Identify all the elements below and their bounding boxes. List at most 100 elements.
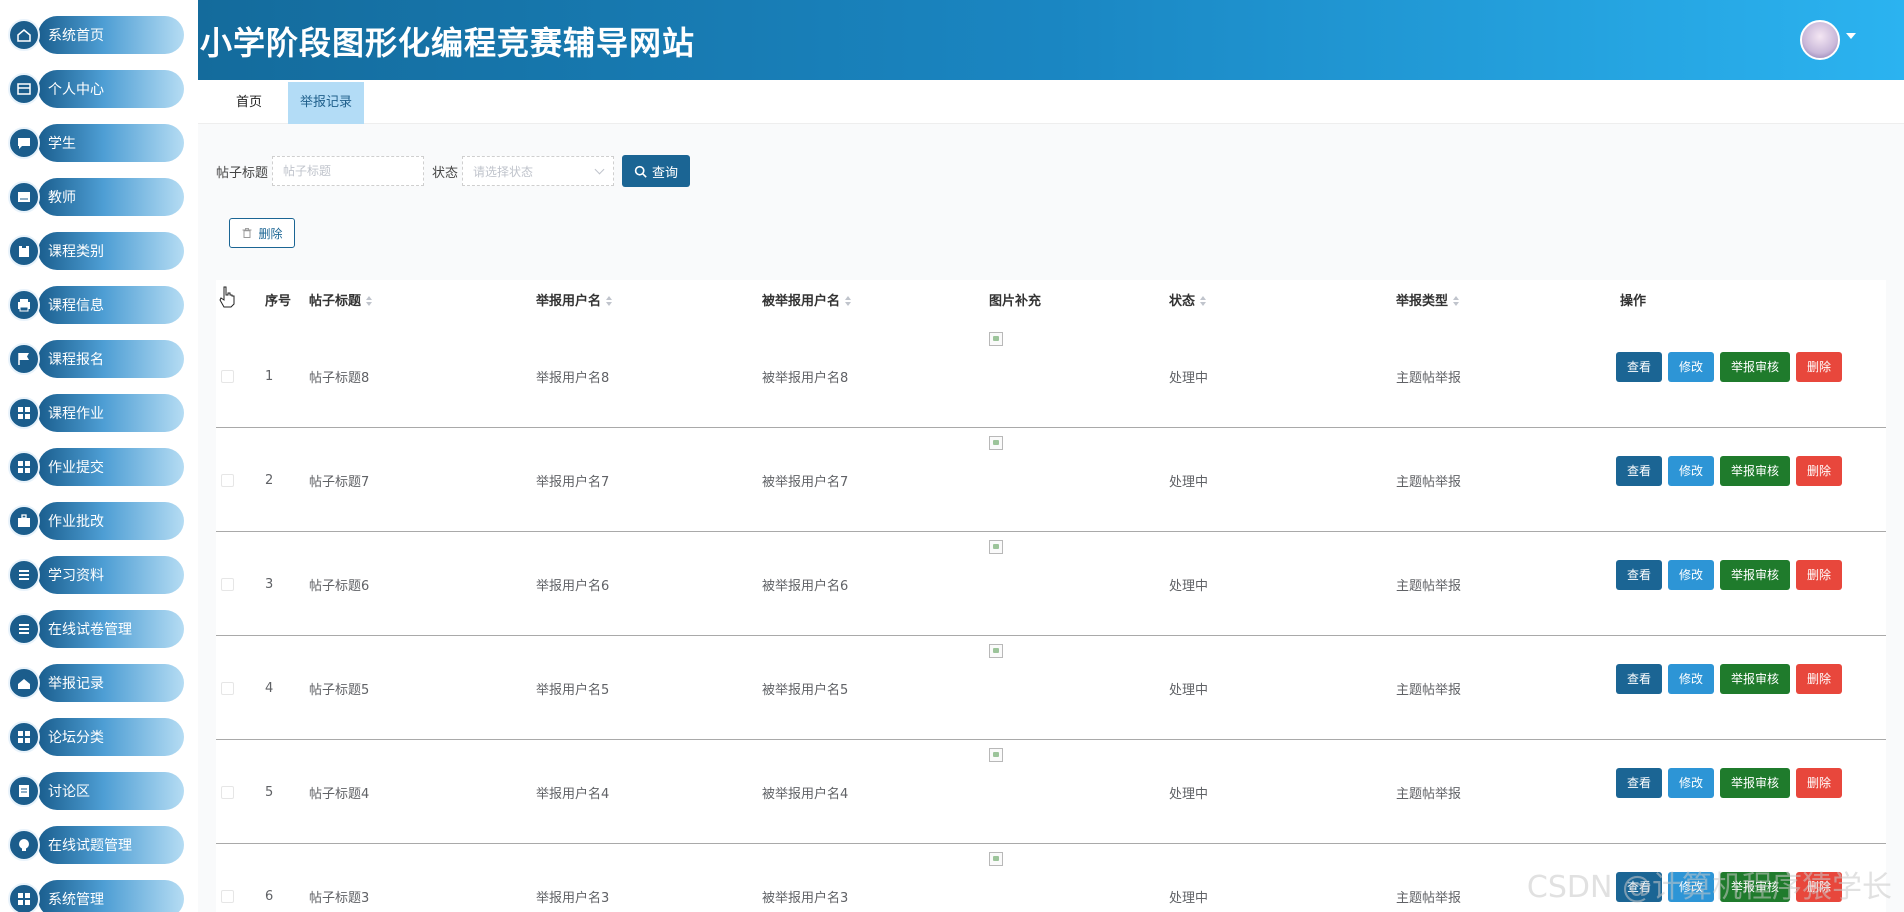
- sidebar-item[interactable]: 论坛分类: [8, 718, 184, 756]
- audit-button[interactable]: 举报审核: [1720, 768, 1791, 798]
- row-checkbox[interactable]: [221, 369, 234, 383]
- row-checkbox[interactable]: [221, 681, 234, 695]
- cell-index: 6: [265, 888, 274, 904]
- sidebar-item[interactable]: 课程报名: [8, 340, 184, 378]
- edit-button[interactable]: 修改: [1668, 352, 1715, 382]
- row-checkbox[interactable]: [221, 785, 234, 799]
- delete-button[interactable]: 删除: [1796, 560, 1843, 590]
- view-button[interactable]: 查看: [1616, 560, 1663, 590]
- card-icon: [8, 73, 40, 105]
- tab-home[interactable]: 首页: [224, 82, 274, 124]
- table-row: 2 帖子标题7 举报用户名7 被举报用户名7 处理中 主题帖举报 查看 修改 举报审核 删除: [216, 428, 1886, 532]
- sidebar-item[interactable]: 课程信息: [8, 286, 184, 324]
- sidebar-item[interactable]: 学生: [8, 124, 184, 162]
- delete-button[interactable]: 删除: [1796, 456, 1843, 486]
- edit-button[interactable]: 修改: [1668, 560, 1715, 590]
- status-placeholder: 请选择状态: [473, 164, 534, 179]
- home-icon: [8, 19, 40, 51]
- cell-reported: 被举报用户名8: [762, 370, 849, 386]
- cell-status: 处理中: [1169, 890, 1209, 906]
- header-actions: 操作: [1620, 294, 1647, 309]
- cell-post-title: 帖子标题3: [309, 890, 370, 906]
- cell-reporter: 举报用户名4: [536, 786, 610, 802]
- delete-button[interactable]: 删除: [1796, 352, 1843, 382]
- edit-button[interactable]: 修改: [1668, 664, 1715, 694]
- row-checkbox-cell: [221, 844, 234, 912]
- post-title-input[interactable]: [272, 156, 425, 186]
- delete-button[interactable]: 删除: [1796, 872, 1843, 902]
- query-button[interactable]: 查询: [622, 155, 691, 187]
- edit-button[interactable]: 修改: [1668, 872, 1715, 902]
- caret-down-icon[interactable]: [1846, 33, 1856, 39]
- delete-button[interactable]: 删除: [1796, 664, 1843, 694]
- broken-image-icon: [989, 332, 1003, 346]
- row-checkbox[interactable]: [221, 473, 234, 487]
- sidebar-item[interactable]: 学习资料: [8, 556, 184, 594]
- sidebar-item[interactable]: 个人中心: [8, 70, 184, 108]
- view-button[interactable]: 查看: [1616, 456, 1663, 486]
- grid-icon: [8, 883, 40, 912]
- sidebar-item-label: 学习资料: [48, 568, 104, 584]
- sidebar: 系统首页个人中心学生教师课程类别课程信息课程报名课程作业作业提交作业批改学习资料…: [0, 0, 198, 912]
- header-reporter-text: 举报用户名: [536, 294, 602, 309]
- audit-button[interactable]: 举报审核: [1720, 560, 1791, 590]
- flag-icon: [8, 343, 40, 375]
- user-avatar[interactable]: [1800, 20, 1840, 60]
- cell-status: 处理中: [1169, 682, 1209, 698]
- cell-reporter: 举报用户名7: [536, 474, 610, 490]
- tab-report-records[interactable]: 举报记录: [288, 82, 365, 124]
- edit-button[interactable]: 修改: [1668, 768, 1715, 798]
- sidebar-item[interactable]: 在线试卷管理: [8, 610, 184, 648]
- header-reported[interactable]: 被举报用户名: [762, 280, 852, 324]
- sidebar-item[interactable]: 在线试题管理: [8, 826, 184, 864]
- sidebar-item-label: 系统管理: [48, 892, 104, 908]
- sidebar-item[interactable]: 系统首页: [8, 16, 184, 54]
- batch-delete-button[interactable]: 删除: [229, 218, 295, 248]
- sidebar-item[interactable]: 课程作业: [8, 394, 184, 432]
- post-title-label: 帖子标题: [216, 165, 269, 181]
- cell-index: 4: [265, 680, 274, 696]
- header-post-title[interactable]: 帖子标题: [309, 280, 373, 324]
- tab-bar: 首页 举报记录: [198, 80, 1904, 124]
- row-checkbox[interactable]: [221, 577, 234, 591]
- sidebar-item[interactable]: 教师: [8, 178, 184, 216]
- status-select[interactable]: 请选择状态: [462, 156, 615, 186]
- audit-button[interactable]: 举报审核: [1720, 456, 1791, 486]
- printer-icon: [8, 289, 40, 321]
- cell-reported: 被举报用户名3: [762, 890, 849, 906]
- edit-button[interactable]: 修改: [1668, 456, 1715, 486]
- row-checkbox[interactable]: [221, 889, 234, 903]
- cell-report-type: 主题帖举报: [1396, 370, 1462, 386]
- sidebar-item[interactable]: 作业批改: [8, 502, 184, 540]
- audit-button[interactable]: 举报审核: [1720, 352, 1791, 382]
- sidebar-item-label: 课程类别: [48, 244, 104, 260]
- header-status[interactable]: 状态: [1169, 280, 1207, 324]
- audit-button[interactable]: 举报审核: [1720, 872, 1791, 902]
- row-checkbox-cell: [221, 532, 234, 636]
- view-button[interactable]: 查看: [1616, 352, 1663, 382]
- view-button[interactable]: 查看: [1616, 664, 1663, 694]
- delete-button[interactable]: 删除: [1796, 768, 1843, 798]
- header-report-type[interactable]: 举报类型: [1396, 280, 1460, 324]
- broken-image-icon: [989, 748, 1003, 762]
- trash-icon: [242, 228, 252, 238]
- header-reporter[interactable]: 举报用户名: [536, 280, 613, 324]
- sidebar-item[interactable]: 课程类别: [8, 232, 184, 270]
- header-index: 序号: [265, 294, 292, 309]
- row-checkbox-cell: [221, 740, 234, 844]
- app-title: 小学阶段图形化编程竞赛辅导网站: [200, 24, 696, 62]
- sidebar-item-label: 课程报名: [48, 352, 104, 368]
- sidebar-item[interactable]: 系统管理: [8, 880, 184, 912]
- audit-button[interactable]: 举报审核: [1720, 664, 1791, 694]
- row-checkbox-cell: [221, 636, 234, 740]
- search-bar: 帖子标题 状态 请选择状态 查询: [216, 155, 691, 187]
- sidebar-item[interactable]: 作业提交: [8, 448, 184, 486]
- view-button[interactable]: 查看: [1616, 872, 1663, 902]
- view-button[interactable]: 查看: [1616, 768, 1663, 798]
- grid-icon: [8, 397, 40, 429]
- sidebar-item-label: 论坛分类: [48, 730, 104, 746]
- sidebar-item[interactable]: 举报记录: [8, 664, 184, 702]
- cell-index: 2: [265, 472, 274, 488]
- sidebar-item-label: 举报记录: [48, 676, 104, 692]
- sidebar-item[interactable]: 讨论区: [8, 772, 184, 810]
